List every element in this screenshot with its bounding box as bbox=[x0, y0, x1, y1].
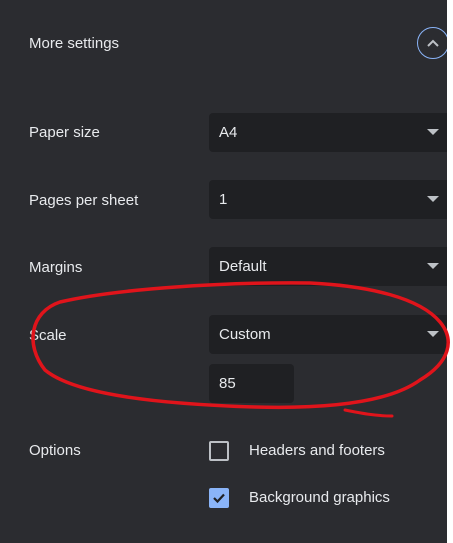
background-graphics-label[interactable]: Background graphics bbox=[249, 489, 390, 506]
scale-label: Scale bbox=[29, 327, 67, 344]
collapse-more-settings-button[interactable] bbox=[417, 27, 449, 59]
dropdown-arrow-icon bbox=[427, 129, 439, 135]
paper-size-select[interactable]: A4 bbox=[209, 113, 447, 152]
scrollbar[interactable] bbox=[447, 0, 453, 543]
headers-footers-label[interactable]: Headers and footers bbox=[249, 442, 385, 459]
margins-label: Margins bbox=[29, 259, 83, 276]
headers-footers-checkbox[interactable] bbox=[209, 441, 229, 461]
margins-value: Default bbox=[219, 258, 267, 275]
scale-custom-input[interactable]: 85 bbox=[209, 364, 294, 403]
chevron-up-icon bbox=[427, 39, 439, 47]
dropdown-arrow-icon bbox=[427, 263, 439, 269]
margins-select[interactable]: Default bbox=[209, 247, 447, 286]
print-settings-panel: More settings Paper size A4 Pages per sh… bbox=[0, 0, 449, 543]
paper-size-value: A4 bbox=[219, 124, 238, 141]
pages-per-sheet-select[interactable]: 1 bbox=[209, 180, 447, 219]
more-settings-title: More settings bbox=[29, 35, 120, 52]
dropdown-arrow-icon bbox=[427, 196, 439, 202]
paper-size-label: Paper size bbox=[29, 124, 100, 141]
scale-value: Custom bbox=[219, 326, 271, 343]
background-graphics-checkbox[interactable] bbox=[209, 488, 229, 508]
options-label: Options bbox=[29, 442, 81, 459]
checkmark-icon bbox=[213, 493, 225, 504]
pages-per-sheet-value: 1 bbox=[219, 191, 228, 208]
scale-select[interactable]: Custom bbox=[209, 315, 447, 354]
pages-per-sheet-label: Pages per sheet bbox=[29, 192, 139, 209]
dropdown-arrow-icon bbox=[427, 331, 439, 337]
